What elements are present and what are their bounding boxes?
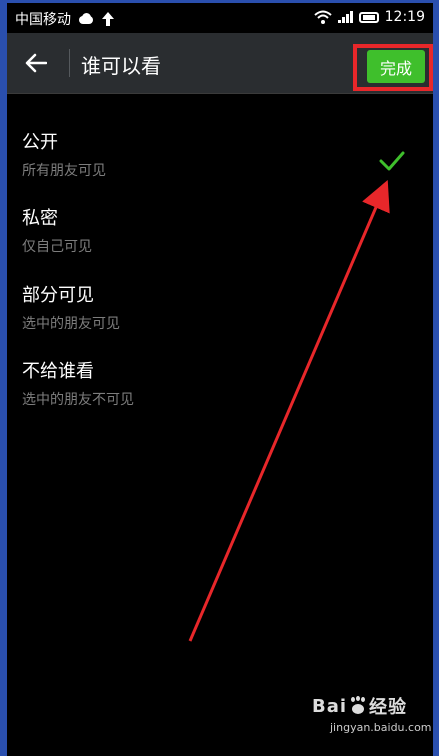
baidu-jingyan-watermark: Bai 经验 jingyan.baidu.com — [312, 693, 432, 735]
cloud-icon — [77, 13, 95, 25]
option-label: 部分可见 — [22, 285, 94, 306]
option-description: 仅自己可见 — [22, 239, 92, 255]
page-title: 谁可以看 — [81, 54, 161, 78]
status-right: 12:19 — [313, 9, 425, 25]
paw-icon — [349, 697, 367, 715]
option-label: 私密 — [22, 208, 58, 229]
clock: 12:19 — [384, 9, 425, 25]
back-arrow-icon — [25, 53, 47, 73]
option-public[interactable]: 公开 所有朋友可见 — [22, 131, 417, 197]
done-button[interactable]: 完成 — [367, 50, 425, 83]
option-private[interactable]: 私密 仅自己可见 — [22, 207, 417, 273]
title-bar: 谁可以看 完成 — [7, 33, 433, 94]
check-icon — [379, 151, 405, 171]
signal-icon — [337, 11, 353, 23]
option-exclude[interactable]: 不给谁看 选中的朋友不可见 — [22, 360, 417, 426]
back-button[interactable] — [19, 49, 53, 77]
title-divider — [69, 49, 70, 77]
option-label: 不给谁看 — [22, 361, 94, 382]
option-partial[interactable]: 部分可见 选中的朋友可见 — [22, 284, 417, 350]
option-description: 选中的朋友可见 — [22, 316, 120, 332]
watermark-brand: Bai 经验 — [312, 693, 432, 719]
status-left: 中国移动 — [15, 9, 115, 29]
watermark-brand-left: Bai — [312, 695, 348, 717]
option-label: 公开 — [22, 132, 58, 153]
battery-icon — [358, 11, 379, 23]
watermark-brand-right: 经验 — [369, 697, 408, 718]
phone-screen: 中国移动 12:19 谁可以看 完成 公开 所有朋友可见 私密 仅自己可见 部分… — [7, 3, 433, 756]
upload-arrow-icon — [102, 12, 114, 26]
option-description: 选中的朋友不可见 — [22, 392, 134, 408]
watermark-url: jingyan.baidu.com — [330, 721, 432, 734]
carrier-name: 中国移动 — [15, 12, 71, 28]
option-description: 所有朋友可见 — [22, 163, 106, 179]
wifi-icon — [313, 10, 332, 24]
status-bar: 中国移动 12:19 — [7, 3, 433, 33]
